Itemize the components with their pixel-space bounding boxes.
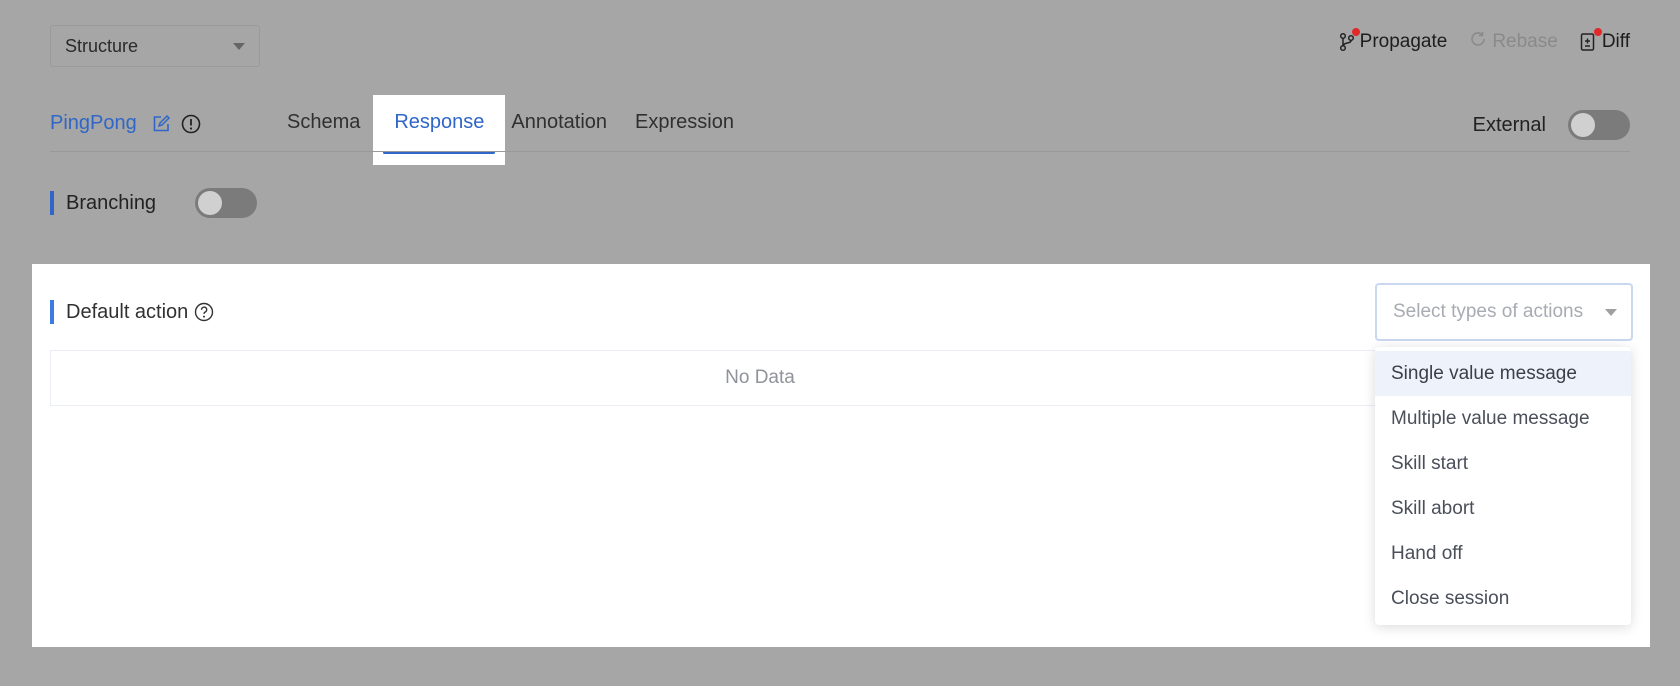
diff-label: Diff — [1601, 31, 1630, 52]
empty-text: No Data — [725, 367, 795, 388]
edit-icon[interactable] — [151, 114, 171, 134]
intent-title-row: PingPong — [50, 112, 201, 135]
branching-toggle[interactable] — [195, 188, 258, 218]
tab-schema[interactable]: Schema — [287, 95, 374, 153]
default-action-panel: Default action No Data Select types of a… — [32, 264, 1650, 647]
external-setting: External — [1473, 110, 1630, 140]
option-close-session[interactable]: Close session — [1375, 576, 1631, 621]
chevron-down-icon — [1605, 308, 1617, 316]
section-marker — [50, 300, 54, 324]
option-skill-abort[interactable]: Skill abort — [1375, 486, 1631, 531]
rebase-label: Rebase — [1492, 31, 1558, 52]
actions-table: No Data — [50, 350, 1470, 406]
action-type-placeholder: Select types of actions — [1393, 301, 1584, 322]
intent-name[interactable]: PingPong — [50, 112, 137, 135]
tab-divider — [50, 151, 1630, 152]
tab-expression[interactable]: Expression — [635, 95, 748, 153]
option-single-value-message[interactable]: Single value message — [1375, 351, 1631, 396]
branch-icon — [1339, 28, 1360, 52]
default-action-header: Default action — [50, 300, 214, 324]
section-marker — [50, 191, 54, 215]
action-type-dropdown: Single value message Multiple value mess… — [1375, 347, 1631, 625]
action-type-select[interactable]: Select types of actions — [1375, 283, 1633, 341]
tab-response[interactable]: Response — [373, 95, 506, 165]
info-icon[interactable] — [181, 114, 201, 134]
document-compare-icon — [1580, 28, 1602, 52]
view-select[interactable]: Structure — [50, 25, 260, 67]
tab-annotation[interactable]: Annotation — [511, 95, 635, 153]
refresh-icon — [1469, 30, 1487, 54]
external-label: External — [1472, 113, 1546, 136]
view-select-value: Structure — [65, 35, 139, 56]
tabs: Schema Response Annotation Expression — [287, 95, 748, 165]
rebase-button[interactable]: Rebase — [1469, 30, 1558, 54]
external-toggle[interactable] — [1568, 110, 1630, 140]
option-multiple-value-message[interactable]: Multiple value message — [1375, 396, 1631, 441]
option-skill-start[interactable]: Skill start — [1375, 441, 1631, 486]
chevron-down-icon — [233, 42, 245, 50]
branching-section: Branching — [50, 188, 258, 218]
propagate-label: Propagate — [1359, 31, 1448, 52]
question-icon[interactable] — [194, 302, 214, 322]
propagate-button[interactable]: Propagate — [1339, 28, 1448, 53]
option-hand-off[interactable]: Hand off — [1375, 531, 1631, 576]
default-action-label: Default action — [66, 300, 189, 323]
diff-button[interactable]: Diff — [1580, 28, 1630, 53]
top-actions: Propagate Rebase Diff — [1339, 28, 1630, 54]
branching-label: Branching — [66, 191, 157, 214]
